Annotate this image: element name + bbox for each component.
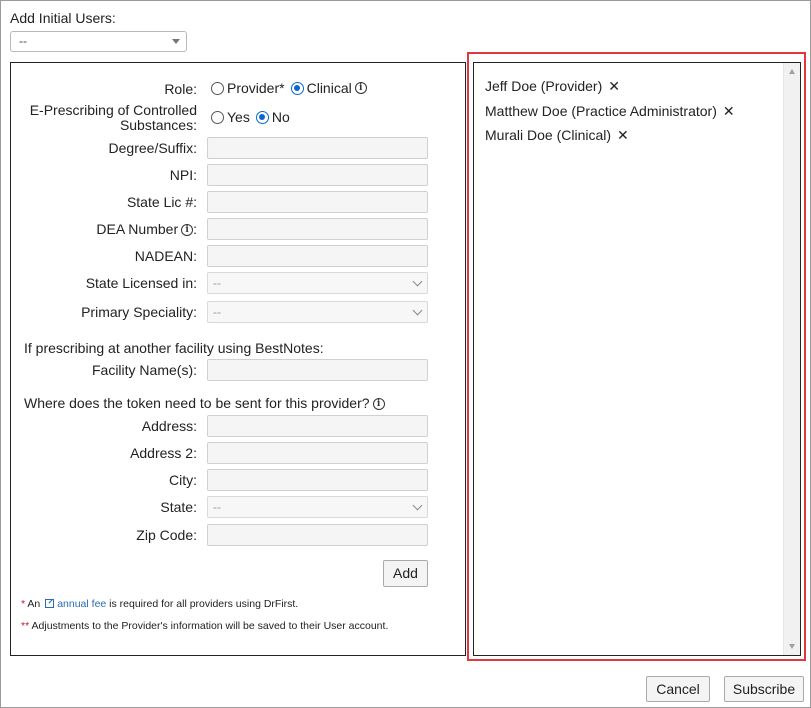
facility-label: Facility Name(s): xyxy=(91,362,197,378)
info-icon[interactable]: i xyxy=(354,82,367,94)
role-clinical-radio[interactable] xyxy=(290,81,304,95)
eprescribing-yes-radio[interactable] xyxy=(211,110,224,124)
chevron-down-icon xyxy=(412,305,423,316)
eprescribing-no-label[interactable]: No xyxy=(272,109,290,125)
state-licensed-row: State Licensed in: -- xyxy=(11,272,467,294)
remove-icon[interactable]: ✕ xyxy=(723,103,735,119)
remove-icon[interactable]: ✕ xyxy=(617,127,629,143)
state-lic-label: State Lic #: xyxy=(126,194,197,210)
user-label: Jeff Doe (Provider) xyxy=(485,78,603,94)
state-licensed-select[interactable]: -- xyxy=(207,272,428,294)
eprescribing-row: E-Prescribing of Controlled Substances: … xyxy=(11,103,467,133)
eprescribing-radio-group: Yes No xyxy=(211,109,296,125)
token-text: Where does the token need to be sent for… xyxy=(24,395,370,411)
zip-input[interactable] xyxy=(207,524,428,546)
caret-down-icon xyxy=(172,39,180,44)
state-select[interactable]: -- xyxy=(207,496,428,518)
dea-row: DEA Number i: xyxy=(11,218,467,240)
role-label: Role: xyxy=(164,81,197,97)
user-select-dropdown[interactable]: -- xyxy=(10,31,187,52)
degree-row: Degree/Suffix: xyxy=(11,137,467,159)
npi-label: NPI: xyxy=(169,167,197,183)
address-label: Address: xyxy=(141,418,197,434)
degree-input[interactable] xyxy=(207,137,428,159)
dea-label: DEA Number xyxy=(96,221,179,237)
zip-label: Zip Code: xyxy=(136,527,197,543)
annual-fee-note: * An annual fee is required for all prov… xyxy=(21,598,298,610)
nadean-label: NADEAN: xyxy=(134,248,197,264)
address-input[interactable] xyxy=(207,415,428,437)
state-value: -- xyxy=(213,500,221,514)
npi-row: NPI: xyxy=(11,164,467,186)
primary-speciality-row: Primary Speciality: -- xyxy=(11,301,467,323)
role-clinical-label[interactable]: Clinical xyxy=(307,80,352,96)
eprescribing-no-radio[interactable] xyxy=(255,110,269,124)
note1-pre: An xyxy=(25,598,44,610)
primary-speciality-label: Primary Speciality: xyxy=(81,304,197,320)
user-label: Murali Doe (Clinical) xyxy=(485,127,612,143)
dea-label-wrap: DEA Number i: xyxy=(96,221,197,237)
city-row: City: xyxy=(11,469,467,491)
eprescribing-label-line1: E-Prescribing of Controlled xyxy=(29,102,197,118)
role-provider-label[interactable]: Provider* xyxy=(227,80,285,96)
annual-fee-link[interactable]: annual fee xyxy=(57,598,106,610)
adjustments-note: ** Adjustments to the Provider's informa… xyxy=(21,620,388,632)
add-initial-users-label: Add Initial Users: xyxy=(10,10,116,26)
state-lic-row: State Lic #: xyxy=(11,191,467,213)
note2-text: Adjustments to the Provider's informatio… xyxy=(29,620,389,632)
note1-post: is required for all providers using DrFi… xyxy=(106,598,299,610)
cancel-button[interactable]: Cancel xyxy=(646,676,710,702)
role-row: Role: Provider* Clinical i xyxy=(11,78,467,100)
external-link-icon[interactable] xyxy=(45,599,55,608)
provider-form-panel: Role: Provider* Clinical i E-Prescribing… xyxy=(10,62,466,656)
scroll-down-icon[interactable] xyxy=(789,644,795,649)
eprescribing-yes-label[interactable]: Yes xyxy=(227,109,250,125)
user-select-value: -- xyxy=(19,34,27,48)
added-users-list: Jeff Doe (Provider) ✕ Matthew Doe (Practi… xyxy=(473,62,801,656)
city-input[interactable] xyxy=(207,469,428,491)
address2-row: Address 2: xyxy=(11,442,467,464)
nadean-row: NADEAN: xyxy=(11,245,467,267)
role-provider-radio[interactable] xyxy=(211,81,224,95)
facility-row: Facility Name(s): xyxy=(11,359,467,381)
other-facility-text: If prescribing at another facility using… xyxy=(24,340,324,356)
note-double-star: ** xyxy=(21,620,30,632)
primary-speciality-select[interactable]: -- xyxy=(207,301,428,323)
scroll-up-icon[interactable] xyxy=(789,69,795,74)
role-radio-group: Provider* Clinical i xyxy=(211,80,367,96)
subscribe-button[interactable]: Subscribe xyxy=(724,676,804,702)
facility-input[interactable] xyxy=(207,359,428,381)
list-item: Matthew Doe (Practice Administrator) ✕ xyxy=(485,103,735,120)
token-text-wrap: Where does the token need to be sent for… xyxy=(24,395,385,411)
user-label: Matthew Doe (Practice Administrator) xyxy=(485,103,717,119)
eprescribing-label-line2: Substances: xyxy=(119,117,197,133)
remove-icon[interactable]: ✕ xyxy=(608,78,620,94)
add-button[interactable]: Add xyxy=(383,560,428,587)
nadean-input[interactable] xyxy=(207,245,428,267)
state-label: State: xyxy=(160,499,197,515)
zip-row: Zip Code: xyxy=(11,524,467,546)
list-item: Murali Doe (Clinical) ✕ xyxy=(485,127,629,144)
address2-input[interactable] xyxy=(207,442,428,464)
state-lic-input[interactable] xyxy=(207,191,428,213)
info-icon[interactable]: i xyxy=(181,224,194,237)
vertical-scrollbar[interactable] xyxy=(783,63,800,655)
npi-input[interactable] xyxy=(207,164,428,186)
chevron-down-icon xyxy=(412,500,423,511)
degree-label: Degree/Suffix: xyxy=(108,140,197,156)
address2-label: Address 2: xyxy=(130,445,197,461)
chevron-down-icon xyxy=(412,276,423,287)
primary-speciality-value: -- xyxy=(213,305,221,319)
address-row: Address: xyxy=(11,415,467,437)
eprescribing-label: E-Prescribing of Controlled Substances: xyxy=(30,103,197,133)
dea-input[interactable] xyxy=(207,218,428,240)
state-licensed-label: State Licensed in: xyxy=(85,275,197,291)
city-label: City: xyxy=(169,472,197,488)
list-item: Jeff Doe (Provider) ✕ xyxy=(485,78,620,95)
info-icon[interactable]: i xyxy=(372,398,385,411)
state-row: State: -- xyxy=(11,496,467,518)
state-licensed-value: -- xyxy=(213,276,221,290)
